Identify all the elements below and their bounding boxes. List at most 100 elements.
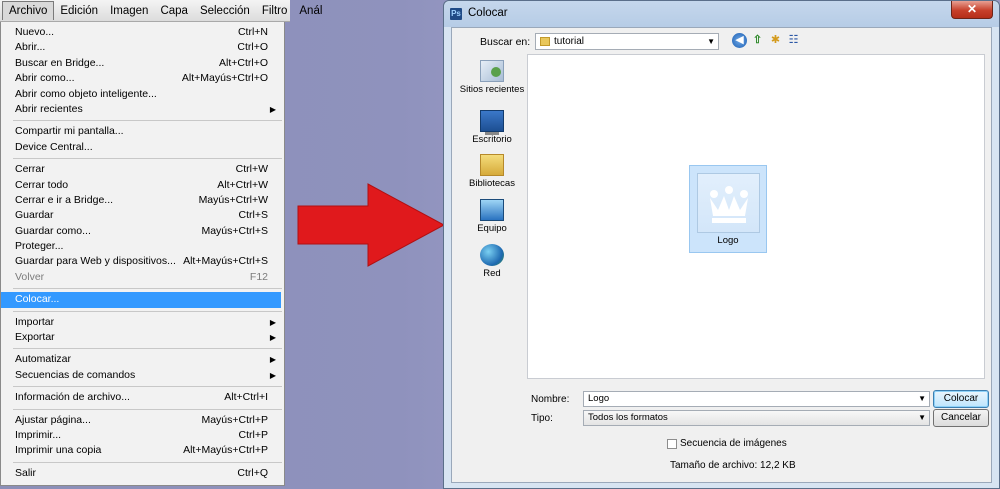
menu-separator xyxy=(13,408,282,410)
menu-item-informacion-archivo[interactable]: Información de archivo... Alt+Ctrl+I xyxy=(1,390,284,405)
computer-icon xyxy=(480,199,504,221)
menu-item-shortcut: Ctrl+Q xyxy=(237,466,268,479)
menu-item-imprimir-copia[interactable]: Imprimir una copia Alt+Mayús+Ctrl+P xyxy=(1,443,284,458)
place-label: Equipo xyxy=(477,223,507,234)
menu-item-guardar-como[interactable]: Guardar como... Mayús+Ctrl+S xyxy=(1,224,284,239)
up-folder-icon[interactable]: ⇧ xyxy=(750,33,765,48)
desktop-icon xyxy=(480,110,504,135)
menu-edicion[interactable]: Edición xyxy=(54,2,104,20)
menu-item-label: Abrir como... xyxy=(15,72,75,85)
submenu-arrow-icon: ▶ xyxy=(269,355,276,365)
colocar-button[interactable]: Colocar xyxy=(933,390,989,408)
menu-item-imprimir[interactable]: Imprimir... Ctrl+P xyxy=(1,428,284,443)
menu-item-label: Guardar para Web y dispositivos... xyxy=(15,255,176,268)
menu-item-label: Proteger... xyxy=(15,240,64,253)
menu-item-exportar[interactable]: Exportar ▶ xyxy=(1,330,284,345)
menu-item-cerrar-ir-bridge[interactable]: Cerrar e ir a Bridge... Mayús+Ctrl+W xyxy=(1,193,284,208)
red-arrow-icon xyxy=(297,183,446,267)
menu-item-shortcut: Mayús+Ctrl+S xyxy=(201,224,268,237)
menu-item-automatizar[interactable]: Automatizar ▶ xyxy=(1,352,284,367)
new-folder-icon[interactable]: ✱ xyxy=(768,33,783,48)
menu-item-cerrar-todo[interactable]: Cerrar todo Alt+Ctrl+W xyxy=(1,178,284,193)
menu-item-shortcut: Ctrl+N xyxy=(237,26,268,38)
menu-item-guardar-web[interactable]: Guardar para Web y dispositivos... Alt+Ma… xyxy=(1,254,284,269)
dialog-titlebar[interactable]: Ps Colocar ✕ xyxy=(444,1,999,27)
archivo-dropdown: Nuevo... Ctrl+N Abrir... Ctrl+O Buscar en … xyxy=(0,22,285,486)
menu-item-shortcut: Alt+Ctrl+W xyxy=(217,178,268,191)
menu-separator xyxy=(13,158,282,160)
menu-archivo[interactable]: Archivo xyxy=(2,1,55,20)
menu-seleccion[interactable]: Selección xyxy=(194,2,256,20)
menu-item-secuencias-comandos[interactable]: Secuencias de comandos ▶ xyxy=(1,368,284,383)
menu-item-label: Compartir mi pantalla... xyxy=(15,125,124,138)
menu-item-cerrar[interactable]: Cerrar Ctrl+W xyxy=(1,162,284,177)
menu-item-shortcut: Mayús+Ctrl+W xyxy=(198,193,268,206)
menu-item-abrir-recientes[interactable]: Abrir recientes ▶ xyxy=(1,102,284,117)
menu-separator xyxy=(13,120,282,122)
menu-item-salir[interactable]: Salir Ctrl+Q xyxy=(1,466,284,481)
menu-item-label: Abrir como objeto inteligente... xyxy=(15,87,157,100)
menu-item-label: Buscar en Bridge... xyxy=(15,56,105,69)
menu-item-abrir-objeto-inteligente[interactable]: Abrir como objeto inteligente... xyxy=(1,87,284,102)
image-sequence-checkbox[interactable] xyxy=(667,438,677,449)
menu-item-shortcut: F12 xyxy=(249,270,268,283)
menu-item-nuevo[interactable]: Nuevo... Ctrl+N xyxy=(1,25,284,40)
image-sequence-option[interactable]: Secuencia de imágenes xyxy=(667,438,787,449)
menu-item-volver: Volver F12 xyxy=(1,270,284,285)
menu-item-abrir-como[interactable]: Abrir como... Alt+Mayús+Ctrl+O xyxy=(1,71,284,86)
place-label: Sitios recientes xyxy=(459,84,525,95)
submenu-arrow-icon: ▶ xyxy=(269,317,276,327)
menu-item-label: Ajustar página... xyxy=(15,413,91,426)
menu-item-ajustar-pagina[interactable]: Ajustar página... Mayús+Ctrl+P xyxy=(1,413,284,428)
file-size-text: Tamaño de archivo: 12,2 KB xyxy=(670,460,796,471)
chevron-down-icon: ▼ xyxy=(707,37,715,46)
place-desktop[interactable]: Escritorio xyxy=(458,110,526,145)
libraries-icon xyxy=(480,154,504,176)
menu-item-guardar[interactable]: Guardar Ctrl+S xyxy=(1,208,284,223)
menu-item-label: Imprimir... xyxy=(15,428,62,441)
menu-item-shortcut: Alt+Mayús+Ctrl+O xyxy=(181,72,268,85)
menu-item-importar[interactable]: Importar ▶ xyxy=(1,315,284,330)
place-network[interactable]: Red xyxy=(458,244,526,279)
close-button[interactable]: ✕ xyxy=(951,1,993,19)
lookin-dropdown[interactable]: tutorial ▼ xyxy=(535,33,719,50)
menu-item-compartir-pantalla[interactable]: Compartir mi pantalla... xyxy=(1,124,284,139)
type-select[interactable]: Todos los formatos ▼ xyxy=(583,410,930,426)
file-item-logo[interactable]: Logo xyxy=(689,165,767,253)
type-value: Todos los formatos xyxy=(588,412,668,423)
menu-item-buscar-bridge[interactable]: Buscar en Bridge... Alt+Ctrl+O xyxy=(1,56,284,71)
network-icon xyxy=(480,244,504,266)
menu-item-device-central[interactable]: Device Central... xyxy=(1,140,284,155)
file-label: Logo xyxy=(717,235,739,246)
place-recent[interactable]: Sitios recientes xyxy=(458,60,526,95)
menu-analisis[interactable]: Anál xyxy=(293,2,328,20)
submenu-arrow-icon: ▶ xyxy=(269,104,276,114)
back-icon[interactable]: ◀ xyxy=(732,33,747,48)
name-input[interactable]: Logo ▼ xyxy=(583,391,930,407)
menu-item-proteger[interactable]: Proteger... xyxy=(1,239,284,254)
toolbar-icons: ◀ ⇧ ✱ ☷ xyxy=(732,33,801,48)
menu-capa[interactable]: Capa xyxy=(154,2,194,20)
menu-imagen[interactable]: Imagen xyxy=(104,2,154,20)
menu-item-label: Nuevo... xyxy=(15,26,55,38)
menu-item-shortcut: Ctrl+W xyxy=(235,163,268,176)
name-value: Logo xyxy=(588,393,610,404)
view-menu-icon[interactable]: ☷ xyxy=(786,33,801,48)
place-libraries[interactable]: Bibliotecas xyxy=(458,154,526,189)
place-label: Escritorio xyxy=(472,134,512,145)
menu-filtro[interactable]: Filtro xyxy=(256,2,294,20)
menu-item-label: Volver xyxy=(15,270,45,283)
type-label: Tipo: xyxy=(531,413,553,424)
menu-separator xyxy=(13,288,282,290)
menu-item-abrir[interactable]: Abrir... Ctrl+O xyxy=(1,40,284,55)
menu-item-label: Salir xyxy=(15,466,37,479)
menu-item-label: Guardar como... xyxy=(15,224,91,237)
file-list[interactable]: Logo xyxy=(527,54,985,379)
menu-item-shortcut: Alt+Mayús+Ctrl+S xyxy=(183,255,268,268)
cancel-button[interactable]: Cancelar xyxy=(933,409,989,427)
menu-item-colocar[interactable]: Colocar... xyxy=(1,292,281,308)
menu-item-label: Cerrar xyxy=(15,163,45,176)
menu-item-label: Imprimir una copia xyxy=(15,444,102,457)
place-computer[interactable]: Equipo xyxy=(458,199,526,234)
menu-separator xyxy=(13,461,282,463)
